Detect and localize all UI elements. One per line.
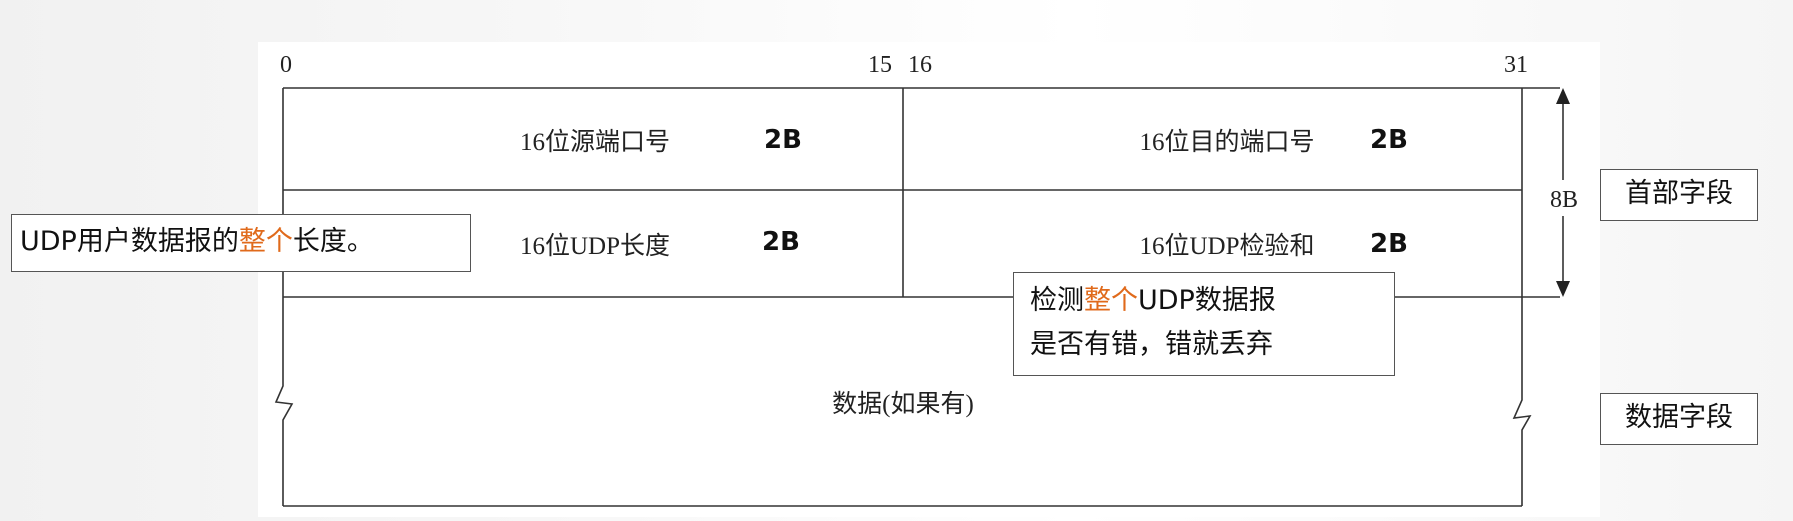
data-section-text: 数据字段 [1625, 402, 1733, 433]
bit-label-31: 31 [1504, 52, 1528, 78]
udp-length-field: 16位UDP长度 [520, 232, 670, 260]
udp-length-note: UDP用户数据报的整个长度。 [11, 214, 471, 272]
data-area-label: 数据(如果有) [832, 390, 974, 418]
length-note-highlight: 整个 [238, 226, 293, 257]
length-note-prefix: UDP用户数据报的 [20, 226, 239, 257]
bit-label-16: 16 [908, 52, 932, 78]
checksum-field: 16位UDP检验和 [1139, 232, 1314, 260]
header-section-text: 首部字段 [1625, 178, 1733, 209]
dest-port-size: 2B [1370, 125, 1408, 155]
checksum-note-suffix: UDP数据报 [1138, 285, 1276, 316]
length-note-suffix: 长度。 [292, 226, 374, 257]
checksum-note-line1: 检测整个UDP数据报 [1030, 279, 1394, 323]
checksum-size: 2B [1370, 229, 1408, 259]
diagram-panel [258, 42, 1600, 517]
header-section-label: 首部字段 [1600, 169, 1758, 221]
checksum-note-highlight: 整个 [1084, 285, 1138, 316]
udp-length-size: 2B [762, 227, 800, 257]
bit-label-15: 15 [868, 52, 892, 78]
checksum-note-prefix: 检测 [1030, 285, 1084, 316]
dest-port-field: 16位目的端口号 [1139, 128, 1314, 156]
checksum-note: 检测整个UDP数据报 是否有错，错就丢弃 [1013, 272, 1395, 376]
source-port-size: 2B [764, 125, 802, 155]
header-size-label: 8B [1550, 187, 1578, 213]
data-section-label: 数据字段 [1600, 393, 1758, 445]
source-port-field: 16位源端口号 [520, 128, 670, 156]
bit-label-0: 0 [280, 52, 292, 78]
checksum-note-line2: 是否有错，错就丢弃 [1030, 329, 1273, 360]
